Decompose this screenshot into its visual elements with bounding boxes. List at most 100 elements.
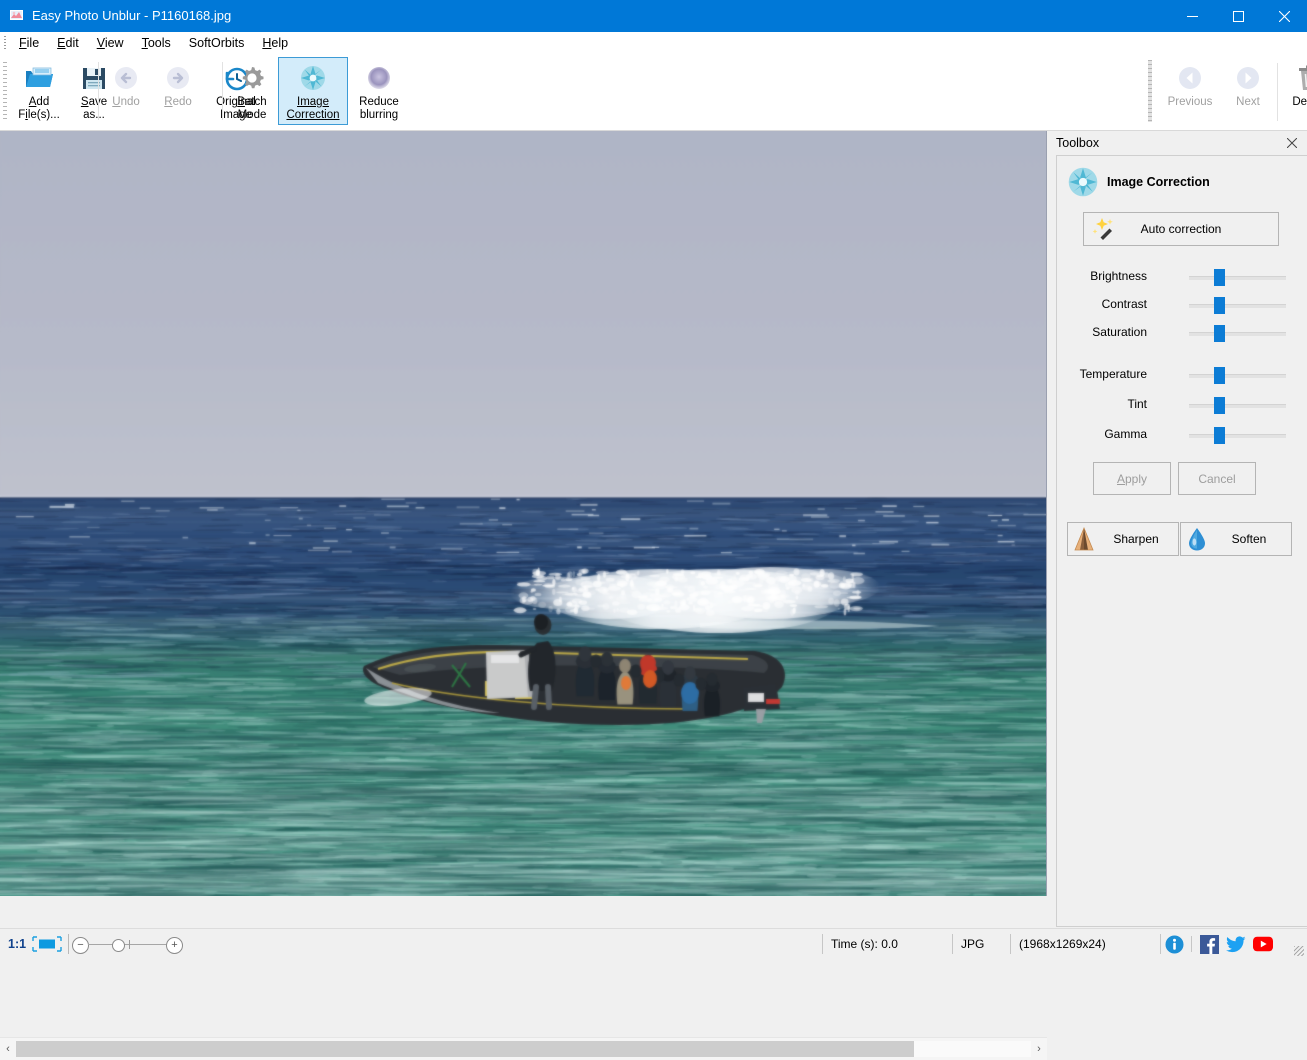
- sparkle-star-icon: [297, 62, 329, 94]
- left-arrow-circle-icon: [1174, 62, 1206, 94]
- close-icon[interactable]: [1261, 0, 1307, 32]
- window-controls: [1169, 0, 1307, 32]
- redo-button[interactable]: Redo: [152, 57, 204, 112]
- reduce-blurring-button[interactable]: Reduceblurring: [348, 57, 410, 125]
- slider-row-contrast: Contrast: [1057, 296, 1307, 314]
- cancel-button[interactable]: Cancel: [1178, 462, 1256, 495]
- main-toolbar: AddFile(s)... Saveas...: [0, 54, 1307, 131]
- section-title: Image Correction: [1107, 175, 1210, 189]
- sparkle-star-icon: [1067, 166, 1099, 198]
- photo-image[interactable]: [0, 131, 1046, 896]
- saturation-thumb[interactable]: [1214, 325, 1225, 342]
- horizontal-scrollbar[interactable]: ‹ ›: [0, 1037, 1047, 1060]
- zoom-in-button[interactable]: +: [166, 937, 183, 954]
- image-correction-label: ImageCorrection: [286, 96, 339, 122]
- scrollbar-track[interactable]: [16, 1041, 1031, 1057]
- next-label: Next: [1236, 96, 1260, 109]
- maximize-icon[interactable]: [1215, 0, 1261, 32]
- undo-button[interactable]: Undo: [100, 57, 152, 112]
- brightness-track[interactable]: [1189, 276, 1286, 280]
- saturation-track[interactable]: [1189, 332, 1286, 336]
- image-correction-button[interactable]: ImageCorrection: [278, 57, 348, 125]
- status-social-icons: [1164, 929, 1273, 959]
- toolbar-grip-right: [1148, 60, 1152, 122]
- sharpen-button[interactable]: Sharpen: [1067, 522, 1179, 556]
- batch-mode-button[interactable]: BatchMode: [226, 57, 278, 125]
- trash-can-icon: [1293, 62, 1307, 94]
- auto-correction-label: Auto correction: [1084, 213, 1278, 245]
- previous-button[interactable]: Previous: [1158, 57, 1222, 112]
- toolbar-separator-3: [1277, 63, 1278, 121]
- zoom-ratio-label[interactable]: 1:1: [8, 937, 26, 951]
- gear-icon: [236, 62, 268, 94]
- photo-viewport[interactable]: [0, 131, 1047, 896]
- menu-bar: File Edit View Tools SoftOrbits Help: [0, 32, 1307, 54]
- facebook-icon[interactable]: [1199, 934, 1219, 954]
- zoom-slider[interactable]: − +: [72, 934, 182, 954]
- sharpen-triangle-icon: [1068, 524, 1100, 554]
- menu-help[interactable]: Help: [253, 34, 297, 52]
- zoom-slider-track[interactable]: [88, 944, 166, 945]
- toolbar-separator-2: [222, 62, 223, 120]
- water-drop-icon: [1181, 524, 1213, 554]
- menu-view[interactable]: View: [88, 34, 133, 52]
- tint-thumb[interactable]: [1214, 397, 1225, 414]
- temperature-track[interactable]: [1189, 374, 1286, 378]
- next-button[interactable]: Next: [1222, 57, 1274, 112]
- status-divider-5: [1191, 936, 1192, 952]
- gamma-thumb[interactable]: [1214, 427, 1225, 444]
- twitter-icon[interactable]: [1226, 934, 1246, 954]
- brightness-thumb[interactable]: [1214, 269, 1225, 286]
- slider-row-brightness: Brightness: [1057, 268, 1307, 286]
- undo-arrow-icon: [110, 62, 142, 94]
- close-icon[interactable]: [1283, 134, 1301, 152]
- image-canvas-area: ‹ ›: [0, 131, 1047, 906]
- menu-file[interactable]: File: [10, 34, 48, 52]
- scroll-right-arrow[interactable]: ›: [1031, 1038, 1047, 1060]
- scrollbar-thumb[interactable]: [16, 1041, 914, 1057]
- contrast-thumb[interactable]: [1214, 297, 1225, 314]
- temperature-label: Temperature: [1080, 367, 1147, 381]
- status-dimensions: (1968x1269x24): [1010, 929, 1169, 959]
- apply-button[interactable]: Apply: [1093, 462, 1171, 495]
- slider-row-tint: Tint: [1057, 396, 1307, 414]
- zoom-slider-handle[interactable]: [112, 939, 125, 952]
- brightness-label: Brightness: [1090, 269, 1147, 283]
- title-bar: Easy Photo Unblur - P1160168.jpg: [0, 0, 1307, 32]
- open-folder-icon: [23, 62, 55, 94]
- tint-label: Tint: [1127, 397, 1147, 411]
- contrast-track[interactable]: [1189, 304, 1286, 308]
- contrast-label: Contrast: [1102, 297, 1147, 311]
- delete-button[interactable]: Delete: [1281, 57, 1307, 112]
- scroll-left-arrow[interactable]: ‹: [0, 1038, 16, 1060]
- status-divider-4: [1160, 934, 1161, 954]
- menu-softorbits[interactable]: SoftOrbits: [180, 34, 254, 52]
- temperature-thumb[interactable]: [1214, 367, 1225, 384]
- undo-label: Undo: [112, 96, 140, 109]
- tint-track[interactable]: [1189, 404, 1286, 408]
- fit-to-window-icon[interactable]: [32, 936, 62, 952]
- youtube-icon[interactable]: [1253, 934, 1273, 954]
- soften-label: Soften: [1213, 532, 1291, 546]
- info-icon[interactable]: [1164, 934, 1184, 954]
- toolbar-grip: [3, 62, 7, 122]
- status-bar: 1:1 − + Time (s): 0.0 JPG (1968x1269x24): [0, 928, 1307, 959]
- redo-label: Redo: [164, 96, 192, 109]
- zoom-slider-tick: [129, 940, 130, 949]
- menu-edit[interactable]: Edit: [48, 34, 88, 52]
- toolbar-separator-1: [98, 62, 99, 120]
- minimize-icon[interactable]: [1169, 0, 1215, 32]
- auto-correction-button[interactable]: Auto correction: [1083, 212, 1279, 246]
- soften-button[interactable]: Soften: [1180, 522, 1292, 556]
- gamma-track[interactable]: [1189, 434, 1286, 438]
- resize-grip[interactable]: [1294, 946, 1304, 956]
- batch-mode-label: BatchMode: [237, 96, 266, 122]
- toolbar-group-nav: Previous Next: [1158, 57, 1307, 127]
- previous-label: Previous: [1168, 96, 1213, 109]
- toolbox-body: Image Correction Auto correction Brightn…: [1056, 155, 1307, 927]
- zoom-out-button[interactable]: −: [72, 937, 89, 954]
- reduce-blurring-label: Reduceblurring: [359, 96, 399, 122]
- add-files-button[interactable]: AddFile(s)...: [10, 57, 68, 125]
- menu-tools[interactable]: Tools: [133, 34, 180, 52]
- redo-arrow-icon: [162, 62, 194, 94]
